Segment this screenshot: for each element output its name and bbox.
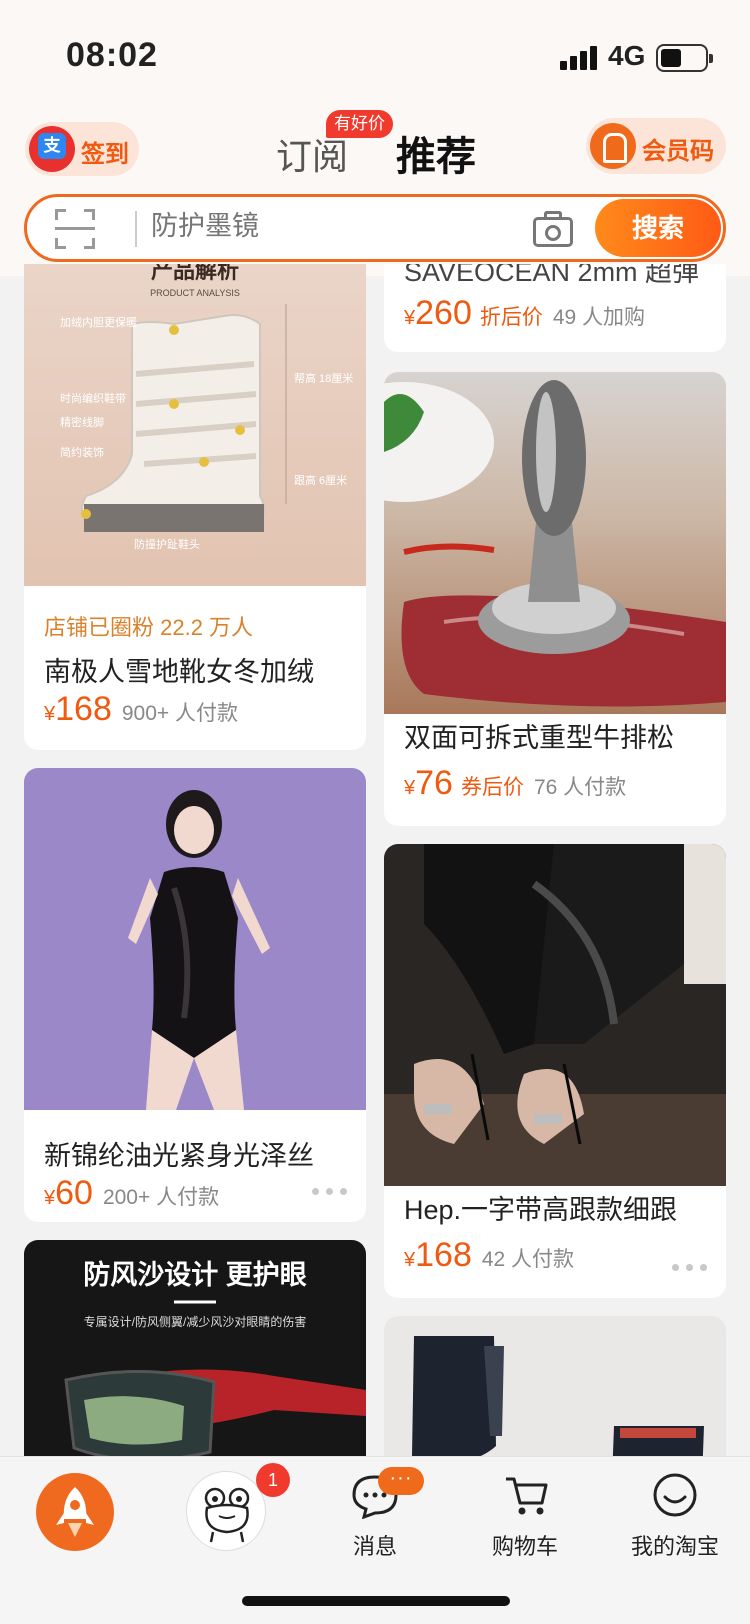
currency-symbol: ¥ <box>44 1187 56 1209</box>
currency-symbol: ¥ <box>44 703 56 725</box>
svg-text:帮高 18厘米: 帮高 18厘米 <box>294 371 353 385</box>
more-icon[interactable] <box>312 1186 348 1196</box>
deal-badge: 有好价 <box>326 110 393 138</box>
currency-symbol: ¥ <box>404 777 416 799</box>
price-tag: 折后价 <box>479 306 543 329</box>
smile-icon <box>653 1473 697 1517</box>
search-bar: 搜索 <box>24 194 726 262</box>
product-card[interactable]: SAVEOCEAN 2mm 超弹 ¥260 折后价 49 人加购 <box>384 264 726 352</box>
image-heading: 产品解析 <box>151 264 239 283</box>
product-title: 南极人雪地靴女冬加绒 <box>44 657 314 687</box>
product-price: 76 <box>415 764 453 802</box>
product-image: 防风沙设计 更护眼 专属设计/防风侧翼/减少风沙对眼睛的伤害 <box>24 1240 366 1480</box>
product-image: 产品解析 PRODUCT ANALYSIS 加绒内胆更保暖 时尚编织鞋带 精密线… <box>24 264 366 586</box>
svg-text:精密线脚: 精密线脚 <box>60 415 104 429</box>
sold-count: 900+ 人付款 <box>121 702 238 725</box>
search-divider <box>135 211 137 247</box>
alipay-icon: 支 <box>29 126 75 172</box>
product-price: 60 <box>55 1174 93 1212</box>
product-price: 168 <box>55 690 112 728</box>
battery-icon <box>656 44 713 72</box>
rocket-icon <box>36 1473 114 1551</box>
product-card[interactable]: 新锦纶油光紧身光泽丝 ¥60 200+ 人付款 <box>24 768 366 1222</box>
price-line: ¥168 900+ 人付款 <box>44 690 238 729</box>
status-time: 08:02 <box>66 36 158 74</box>
frog-avatar-icon <box>186 1471 266 1551</box>
product-title: 新锦纶油光紧身光泽丝 <box>44 1141 314 1171</box>
image-subheading: PRODUCT ANALYSIS <box>150 288 240 298</box>
nav-message[interactable]: ··· 消息 <box>300 1457 450 1577</box>
nav-cart[interactable]: 购物车 <box>450 1457 600 1577</box>
product-card[interactable]: 产品解析 PRODUCT ANALYSIS 加绒内胆更保暖 时尚编织鞋带 精密线… <box>24 264 366 750</box>
checkin-label: 签到 <box>81 141 129 168</box>
nav-frog[interactable]: 1 <box>150 1457 300 1577</box>
price-line: ¥168 42 人付款 <box>404 1236 574 1275</box>
nav-message-label: 消息 <box>352 1534 397 1559</box>
product-price: 260 <box>415 294 472 332</box>
product-card[interactable]: 防风沙设计 更护眼 专属设计/防风侧翼/减少风沙对眼睛的伤害 <box>24 1240 366 1480</box>
more-icon[interactable] <box>672 1262 708 1272</box>
frog-badge: 1 <box>256 1463 290 1497</box>
image-subheading: 专属设计/防风侧翼/减少风沙对眼睛的伤害 <box>84 1314 307 1329</box>
svg-text:时尚编织鞋带: 时尚编织鞋带 <box>60 391 126 405</box>
svg-text:加绒内胆更保暖: 加绒内胆更保暖 <box>60 315 137 329</box>
product-card[interactable]: Hep.一字带高跟款细跟 ¥168 42 人付款 <box>384 844 726 1298</box>
price-line: ¥76 券后价 76 人付款 <box>404 764 626 803</box>
nav-me[interactable]: 我的淘宝 <box>600 1457 750 1577</box>
scan-icon[interactable] <box>55 209 95 249</box>
home-indicator <box>242 1596 510 1606</box>
nav-cart-label: 购物车 <box>491 1534 558 1559</box>
svg-text:简约装饰: 简约装饰 <box>60 445 104 459</box>
camera-icon[interactable] <box>533 211 573 247</box>
product-card[interactable]: 双面可拆式重型牛排松 ¥76 券后价 76 人付款 <box>384 372 726 826</box>
checkin-button[interactable]: 支 签到 <box>25 122 139 176</box>
message-badge: ··· <box>378 1467 424 1495</box>
cart-icon <box>506 1477 548 1515</box>
member-code-button[interactable]: 会员码 <box>586 118 726 174</box>
svg-text:防撞护趾鞋头: 防撞护趾鞋头 <box>134 537 200 551</box>
product-image <box>384 372 726 714</box>
sold-count: 76 人付款 <box>533 776 627 799</box>
shop-fans: 店铺已圈粉 22.2 万人 <box>44 615 254 640</box>
signal-icon <box>560 46 598 70</box>
product-price: 168 <box>415 1236 472 1274</box>
header: 支 签到 订阅 有好价 推荐 会员码 搜索 <box>0 110 750 276</box>
sold-count: 200+ 人付款 <box>102 1186 220 1209</box>
search-button[interactable]: 搜索 <box>595 199 721 257</box>
currency-symbol: ¥ <box>404 1249 416 1271</box>
svg-text:跟高 6厘米: 跟高 6厘米 <box>294 473 347 487</box>
search-input[interactable] <box>151 211 491 242</box>
product-title: 双面可拆式重型牛排松 <box>404 723 674 753</box>
image-heading: 防风沙设计 更护眼 <box>83 1260 307 1290</box>
currency-symbol: ¥ <box>404 307 416 329</box>
member-code-label: 会员码 <box>642 138 714 165</box>
sold-count: 49 人加购 <box>552 306 646 329</box>
status-bar: 08:02 4G <box>0 0 750 110</box>
sold-count: 42 人付款 <box>481 1248 575 1271</box>
tab-recommend[interactable]: 推荐 <box>396 124 476 182</box>
network-label: 4G <box>608 40 646 71</box>
nav-home[interactable] <box>0 1457 150 1577</box>
product-image <box>24 768 366 1110</box>
product-title: SAVEOCEAN 2mm 超弹 <box>404 264 700 287</box>
product-image <box>384 844 726 1186</box>
member-icon <box>590 123 636 169</box>
price-tag: 券后价 <box>460 776 524 799</box>
nav-me-label: 我的淘宝 <box>630 1534 719 1559</box>
price-line: ¥60 200+ 人付款 <box>44 1174 219 1213</box>
price-line: ¥260 折后价 49 人加购 <box>404 294 645 333</box>
product-title: Hep.一字带高跟款细跟 <box>404 1195 678 1225</box>
